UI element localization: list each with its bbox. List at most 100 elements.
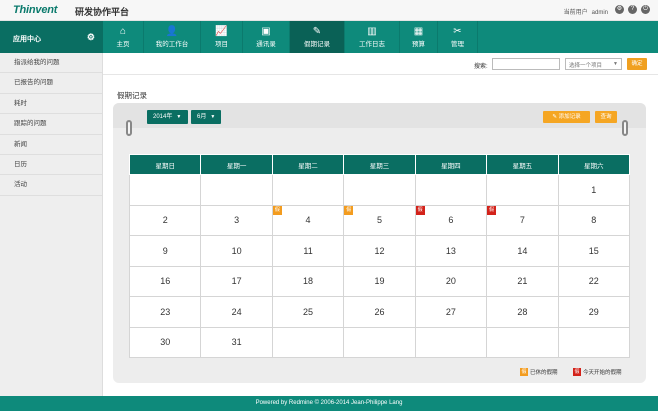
calendar-day-cell: [271, 174, 345, 206]
nav-item[interactable]: ▦ 预算: [400, 21, 438, 53]
nav-item[interactable]: 👤 我的工作台: [144, 21, 201, 53]
calendar-day-cell[interactable]: 21: [486, 265, 559, 297]
calendar-day-cell[interactable]: 13: [414, 235, 488, 267]
calendar-day-cell[interactable]: 23: [128, 296, 202, 328]
help-icon[interactable]: ?: [628, 5, 637, 14]
calendar-day-cell[interactable]: 1: [557, 174, 631, 206]
calendar-day-cell[interactable]: 26: [343, 296, 416, 328]
calendar-day-cell: [200, 174, 273, 206]
logout-icon[interactable]: ⏻: [641, 5, 650, 14]
app-subtitle: 研发协作平台: [75, 7, 130, 17]
chevron-down-icon: ▼: [613, 61, 618, 67]
calendar-day-cell: [414, 174, 488, 206]
calendar-week-row: 30 31: [128, 326, 631, 358]
calendar-day-number: 25: [303, 306, 314, 317]
calendar-day-cell[interactable]: 20: [414, 265, 488, 297]
calendar-day-cell[interactable]: 27: [414, 296, 488, 328]
sidebar-item[interactable]: 指派给我的问题: [0, 53, 102, 74]
calendar-day-cell[interactable]: 假4: [271, 204, 345, 236]
sidebar-item[interactable]: 活动: [0, 175, 102, 196]
calendar-day-cell[interactable]: 10: [200, 235, 273, 267]
calendar-day-number: 12: [374, 245, 385, 256]
project-select[interactable]: 选择一个项目 ▼: [565, 58, 622, 70]
nav-item[interactable]: ✎ 假期记录: [290, 21, 345, 53]
nav-item-icon: ✂: [453, 26, 462, 37]
sidebar-item[interactable]: 已报告的问题: [0, 73, 102, 94]
nav-item-label: 工作日志: [359, 41, 385, 48]
calendar-day-number: 30: [160, 337, 171, 348]
nav-item[interactable]: ✂ 管理: [438, 21, 478, 53]
sidebar-item[interactable]: 日历: [0, 155, 102, 176]
top-bar: Thinvent 研发协作平台 当前用户 admin ⚙ ? ⏻: [0, 0, 658, 21]
query-button[interactable]: 查询: [595, 111, 617, 123]
calendar-day-cell: [271, 326, 345, 358]
calendar-day-cell[interactable]: 18: [271, 265, 345, 297]
calendar-day-number: 3: [234, 215, 240, 226]
calendar-day-cell[interactable]: 17: [200, 265, 273, 297]
calendar-day-cell[interactable]: 11: [271, 235, 345, 267]
nav-item[interactable]: ▣ 通讯录: [243, 21, 290, 53]
calendar-day-number: 23: [160, 306, 171, 317]
calendar-day-cell[interactable]: 29: [557, 296, 631, 328]
calendar-day-cell[interactable]: 25: [271, 296, 345, 328]
calendar-day-cell[interactable]: 16: [128, 265, 202, 297]
app-center-label: 应用中心: [13, 36, 41, 43]
calendar-day-cell[interactable]: 2: [128, 204, 202, 236]
legend-today: 假 今天开始的假期: [573, 367, 622, 376]
sidebar-item[interactable]: 耗时: [0, 94, 102, 115]
vacation-badge[interactable]: 假: [415, 205, 425, 215]
calendar-day-cell[interactable]: 30: [128, 326, 202, 358]
nav-item-icon: 👤: [165, 26, 179, 37]
calendar-day-cell[interactable]: 31: [200, 326, 273, 358]
calendar-day-cell[interactable]: 22: [557, 265, 631, 297]
weekday-header: 星期五: [486, 154, 559, 175]
calendar-day-cell[interactable]: 假7: [486, 204, 559, 236]
calendar-day-number: 24: [231, 306, 242, 317]
calendar-day-cell: [486, 326, 559, 358]
calendar-day-cell[interactable]: 28: [486, 296, 559, 328]
weekday-header: 星期一: [200, 154, 273, 175]
calendar-day-cell[interactable]: 假5: [343, 204, 416, 236]
calendar-day-cell[interactable]: 19: [343, 265, 416, 297]
year-select[interactable]: 2014年 ▼: [147, 110, 188, 124]
search-input[interactable]: [492, 58, 560, 70]
add-record-button[interactable]: ✎ 添加记录: [543, 111, 590, 123]
edit-icon: ✎: [552, 114, 558, 120]
calendar-day-cell[interactable]: 9: [128, 235, 202, 267]
calendar-day-number: 9: [162, 245, 168, 256]
nav-item[interactable]: ▥ 工作日志: [345, 21, 400, 53]
footer: Powered by Redmine © 2006-2014 Jean-Phil…: [0, 396, 658, 411]
calendar-week-row: 9 10 11 12 13 14 15: [128, 235, 631, 267]
legend-past-label: 已休的假期: [530, 369, 558, 376]
sidebar-item[interactable]: 跟踪的问题: [0, 114, 102, 135]
settings-icon[interactable]: ⚙: [615, 5, 624, 14]
calendar-day-cell[interactable]: 8: [557, 204, 631, 236]
calendar-day-cell[interactable]: 3: [200, 204, 273, 236]
calendar-day-cell[interactable]: 24: [200, 296, 273, 328]
sidebar-item[interactable]: 新闻: [0, 135, 102, 155]
vacation-badge[interactable]: 假: [487, 205, 497, 215]
vacation-badge[interactable]: 假: [272, 205, 282, 215]
current-user-name[interactable]: admin: [592, 10, 608, 16]
calendar-day-cell[interactable]: 14: [486, 235, 559, 267]
nav-item[interactable]: ⌂ 主页: [103, 21, 144, 53]
app-logo[interactable]: Thinvent: [13, 4, 57, 16]
year-select-value: 2014年: [153, 114, 173, 120]
gear-icon[interactable]: ⚙: [87, 32, 95, 43]
calendar-day-number: 2: [162, 215, 168, 226]
ok-button[interactable]: 确定: [627, 58, 647, 70]
current-user: 当前用户 admin: [564, 7, 608, 16]
vacation-badge[interactable]: 假: [344, 205, 354, 215]
calendar-day-cell[interactable]: 12: [343, 235, 416, 267]
nav-item[interactable]: 📈 项目: [201, 21, 243, 53]
weekday-header: 星期二: [271, 154, 345, 175]
calendar-day-number: 22: [588, 276, 599, 287]
calendar-day-cell: [128, 174, 202, 206]
calendar-day-cell[interactable]: 假6: [414, 204, 488, 236]
calendar-day-number: 28: [517, 306, 528, 317]
calendar-day-cell[interactable]: 15: [557, 235, 631, 267]
binder-ring-icon: [622, 120, 628, 136]
month-select[interactable]: 6月 ▼: [191, 110, 221, 124]
app-center[interactable]: 应用中心 ⚙: [0, 21, 103, 53]
nav-item-icon: ⌂: [119, 26, 127, 37]
